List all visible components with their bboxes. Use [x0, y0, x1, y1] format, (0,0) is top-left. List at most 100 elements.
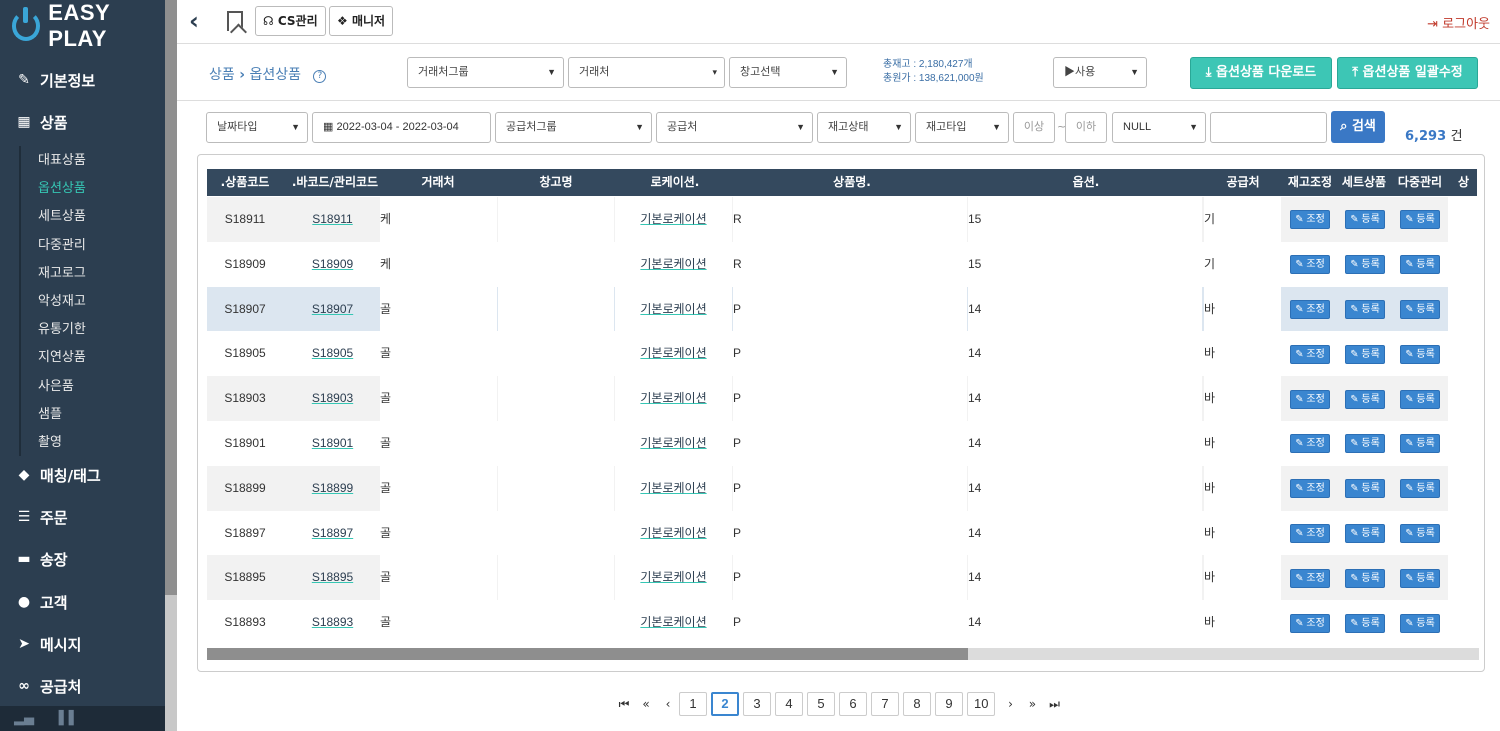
sidebar-item-6[interactable]: ➤ 메시지: [0, 624, 165, 664]
multi-register-button[interactable]: ✎ 등록: [1400, 434, 1440, 454]
page-button[interactable]: 1: [679, 692, 707, 716]
barcode-cell-text[interactable]: S18903: [312, 391, 353, 405]
submenu-item-9[interactable]: 샘플: [21, 400, 159, 428]
date-type-select[interactable]: 날짜타입 ▼: [206, 112, 308, 143]
column-header-8[interactable]: 재고조정: [1283, 169, 1337, 196]
column-header-2[interactable]: 거래처: [381, 169, 495, 196]
table-row[interactable]: S18897 S18897 골 기본로케이션 P 14 바 ✎ 조정 ✎ 등록 ✎ 등록: [207, 510, 1478, 556]
date-range-input[interactable]: ▦ 2022-03-04 - 2022-03-04: [312, 112, 491, 143]
usage-select[interactable]: ▶사용 ▼: [1053, 57, 1147, 88]
barcode-cell-text[interactable]: S18897: [312, 526, 353, 540]
submenu-item-5[interactable]: 악성재고: [21, 287, 159, 315]
adjust-button[interactable]: ✎ 조정: [1290, 344, 1330, 364]
next-block-icon[interactable]: »: [1021, 697, 1043, 711]
set-register-button[interactable]: ✎ 등록: [1345, 210, 1385, 230]
submenu-item-7[interactable]: 지연상품: [21, 343, 159, 371]
submenu-item-4[interactable]: 재고로그: [21, 259, 159, 287]
stock-type-select[interactable]: 재고타입 ▼: [915, 112, 1009, 143]
help-icon[interactable]: ?: [313, 70, 327, 83]
partner-select[interactable]: 거래처 ▾: [568, 57, 725, 88]
supplier-select[interactable]: 공급처 ▼: [656, 112, 813, 143]
column-header-3[interactable]: 창고명: [497, 169, 615, 196]
last-page-icon[interactable]: ⏭: [1043, 697, 1065, 712]
barcode-cell-text[interactable]: S18899: [312, 481, 353, 495]
submenu-item-0[interactable]: 대표상품: [21, 146, 159, 174]
submenu-item-2[interactable]: 세트상품: [21, 202, 159, 230]
set-register-button[interactable]: ✎ 등록: [1345, 389, 1385, 409]
page-button[interactable]: 10: [967, 692, 996, 716]
barcode-cell-text[interactable]: S18895: [312, 570, 353, 584]
download-button[interactable]: ⤓ 옵션상품 다운로드: [1190, 57, 1332, 89]
grid-scrollbar-thumb[interactable]: [207, 648, 968, 660]
sidebar-item-2[interactable]: ◆ 매칭/태그: [0, 455, 165, 495]
bookmark-icon[interactable]: [227, 11, 243, 31]
multi-register-button[interactable]: ✎ 등록: [1400, 210, 1440, 230]
logout-link[interactable]: ⇥ 로그아웃: [1427, 13, 1490, 32]
column-header-4[interactable]: 로케이션.: [617, 169, 733, 196]
submenu-item-6[interactable]: 유통기한: [21, 315, 159, 343]
collapse-sidebar-icon[interactable]: ‹: [189, 8, 199, 34]
column-header-7[interactable]: 공급처: [1205, 169, 1281, 196]
search-button[interactable]: ⌕ 검색: [1331, 111, 1385, 143]
submenu-item-10[interactable]: 촬영: [21, 428, 159, 456]
table-row[interactable]: S18903 S18903 골 기본로케이션 P 14 바 ✎ 조정 ✎ 등록 ✎ 등록: [207, 376, 1478, 421]
adjust-button[interactable]: ✎ 조정: [1290, 255, 1330, 275]
adjust-button[interactable]: ✎ 조정: [1290, 210, 1330, 230]
warehouse-select[interactable]: 창고선택 ▼: [729, 57, 847, 88]
location-cell-text[interactable]: 기본로케이션: [640, 615, 706, 629]
stock-status-select[interactable]: 재고상태 ▼: [817, 112, 911, 143]
breadcrumb-parent[interactable]: 상품: [209, 67, 235, 83]
barcode-cell-text[interactable]: S18893: [312, 615, 353, 629]
adjust-button[interactable]: ✎ 조정: [1290, 434, 1330, 454]
table-row[interactable]: S18907 S18907 골 기본로케이션 P 14 바 ✎ 조정 ✎ 등록 ✎ 등록: [207, 286, 1478, 332]
location-cell-text[interactable]: 기본로케이션: [640, 391, 706, 405]
cs-button[interactable]: ☊ CS관리: [255, 6, 326, 36]
multi-register-button[interactable]: ✎ 등록: [1400, 299, 1440, 319]
sidebar-item-4[interactable]: ▬ 송장: [0, 539, 165, 579]
page-button[interactable]: 8: [903, 692, 931, 716]
barcode-cell-text[interactable]: S18901: [312, 436, 353, 450]
set-register-button[interactable]: ✎ 등록: [1345, 613, 1385, 633]
column-header-9[interactable]: 세트상품: [1337, 169, 1391, 196]
column-header-1[interactable]: .바코드/관리코드: [285, 169, 385, 196]
sidebar-item-0[interactable]: ✎ 기본정보: [0, 60, 165, 100]
page-button[interactable]: 4: [775, 692, 803, 716]
location-cell-text[interactable]: 기본로케이션: [640, 526, 706, 540]
sidebar-item-7[interactable]: ∞ 공급처: [0, 666, 165, 706]
multi-register-button[interactable]: ✎ 등록: [1400, 344, 1440, 364]
next-page-icon[interactable]: ›: [999, 697, 1021, 711]
supplier-group-select[interactable]: 공급처그룹 ▼: [495, 112, 652, 143]
first-page-icon[interactable]: ⏮: [613, 697, 635, 712]
column-header-5[interactable]: 상품명.: [735, 169, 969, 196]
max-input[interactable]: 이하: [1065, 112, 1107, 143]
multi-register-button[interactable]: ✎ 등록: [1400, 613, 1440, 633]
prev-page-icon[interactable]: ‹: [657, 697, 679, 711]
set-register-button[interactable]: ✎ 등록: [1345, 523, 1385, 543]
set-register-button[interactable]: ✎ 등록: [1345, 479, 1385, 499]
table-row[interactable]: S18901 S18901 골 기본로케이션 P 14 바 ✎ 조정 ✎ 등록 ✎ 등록: [207, 421, 1478, 466]
set-register-button[interactable]: ✎ 등록: [1345, 299, 1385, 319]
location-cell-text[interactable]: 기본로케이션: [640, 212, 706, 226]
search-input[interactable]: [1210, 112, 1327, 143]
submenu-item-1[interactable]: 옵션상품: [21, 174, 159, 202]
set-register-button[interactable]: ✎ 등록: [1345, 434, 1385, 454]
partner-group-select[interactable]: 거래처그룹 ▼: [407, 57, 564, 88]
manual-button[interactable]: ❖ 매니저: [329, 6, 394, 36]
page-button[interactable]: 7: [871, 692, 899, 716]
location-cell-text[interactable]: 기본로케이션: [640, 481, 706, 495]
prev-block-icon[interactable]: «: [635, 697, 657, 711]
location-cell-text[interactable]: 기본로케이션: [640, 346, 706, 360]
adjust-button[interactable]: ✎ 조정: [1290, 389, 1330, 409]
multi-register-button[interactable]: ✎ 등록: [1400, 568, 1440, 588]
adjust-button[interactable]: ✎ 조정: [1290, 523, 1330, 543]
app-logo[interactable]: EASY PLAY: [0, 0, 165, 52]
min-input[interactable]: 이상: [1013, 112, 1055, 143]
null-select[interactable]: NULL ▼: [1112, 112, 1206, 143]
bulk-edit-button[interactable]: ⤒ 옵션상품 일괄수정: [1337, 57, 1478, 89]
multi-register-button[interactable]: ✎ 등록: [1400, 479, 1440, 499]
adjust-button[interactable]: ✎ 조정: [1290, 613, 1330, 633]
table-row[interactable]: S18893 S18893 골 기본로케이션 P 14 바 ✎ 조정 ✎ 등록 ✎ 등록: [207, 600, 1478, 645]
sidebar-item-5[interactable]: ● 고객: [0, 582, 165, 622]
adjust-button[interactable]: ✎ 조정: [1290, 568, 1330, 588]
column-header-0[interactable]: .상품코드: [207, 169, 283, 196]
